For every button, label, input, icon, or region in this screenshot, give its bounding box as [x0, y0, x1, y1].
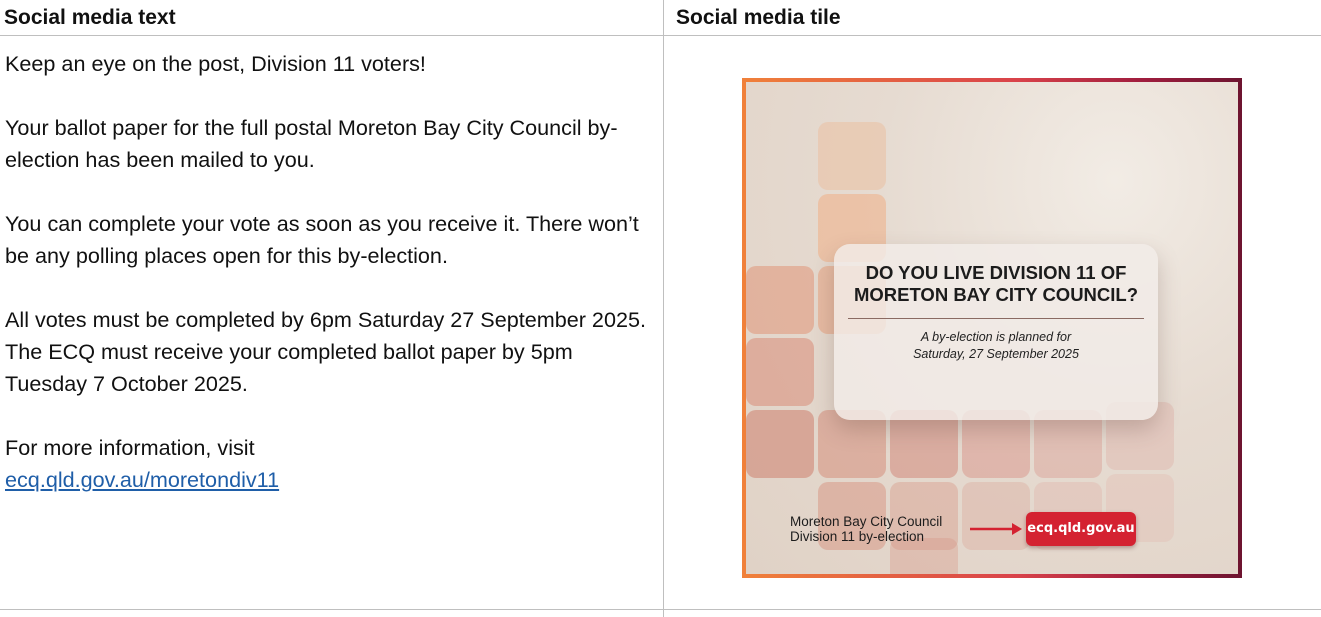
card-divider — [848, 318, 1144, 319]
decor-square — [818, 122, 886, 190]
announcement-card: DO YOU LIVE DIVISION 11 OF MORETON BAY C… — [834, 244, 1158, 420]
table-bottom-border — [0, 609, 1321, 610]
content-table: Social media text Social media tile Keep… — [0, 0, 1321, 617]
card-subtitle-line-1: A by-election is planned for — [920, 330, 1072, 344]
arrow-right-icon — [970, 523, 1022, 535]
decor-square — [746, 410, 814, 478]
footer-line-1: Moreton Bay City Council — [790, 514, 943, 529]
card-subtitle: A by-election is planned for Saturday, 2… — [834, 329, 1158, 363]
social-media-text-cell: Keep an eye on the post, Division 11 vot… — [0, 36, 664, 617]
post-paragraph-4: All votes must be completed by 6pm Satur… — [5, 307, 646, 396]
post-paragraph-1: Keep an eye on the post, Division 11 vot… — [5, 51, 426, 76]
footer-line-2: Division 11 by-election — [790, 529, 925, 544]
post-paragraph-2: Your ballot paper for the full postal Mo… — [5, 115, 618, 172]
decor-square — [746, 338, 814, 406]
header-social-media-tile: Social media tile — [664, 0, 1321, 36]
card-title: DO YOU LIVE DIVISION 11 OF MORETON BAY C… — [853, 262, 1139, 305]
decor-square — [890, 410, 958, 478]
decor-square — [962, 482, 1030, 550]
decor-square — [1034, 410, 1102, 478]
social-media-tile-image: DO YOU LIVE DIVISION 11 OF MORETON BAY C… — [742, 78, 1242, 578]
tile-footer-text: Moreton Bay City Council Division 11 by-… — [790, 514, 942, 544]
post-paragraph-3: You can complete your vote as soon as yo… — [5, 211, 639, 268]
card-subtitle-line-2: Saturday, 27 September 2025 — [913, 347, 1079, 361]
decor-square — [746, 266, 814, 334]
tile-background: DO YOU LIVE DIVISION 11 OF MORETON BAY C… — [746, 82, 1238, 574]
header-social-media-text: Social media text — [0, 0, 664, 36]
post-paragraph-5: For more information, visit ecq.qld.gov.a… — [5, 432, 659, 496]
more-info-link[interactable]: ecq.qld.gov.au/moretondiv11 — [5, 467, 279, 492]
more-info-text: For more information, visit — [5, 435, 255, 460]
decor-square — [962, 410, 1030, 478]
decor-square — [818, 410, 886, 478]
website-url-badge: ecq.qld.gov.au — [1026, 512, 1136, 546]
